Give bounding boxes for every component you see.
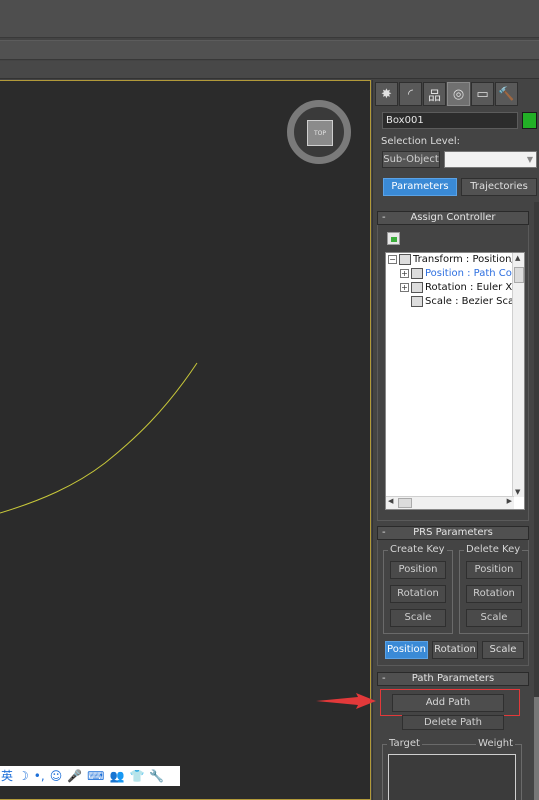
rollout-title: Path Parameters xyxy=(411,673,495,684)
create-key-label: Create Key xyxy=(388,544,447,556)
delete-key-scale-button[interactable]: Scale xyxy=(466,609,522,627)
tree-item-position[interactable]: + Position : Path Co xyxy=(400,267,512,281)
controller-tree[interactable]: − Transform : Position/ + Position : Path … xyxy=(385,252,525,510)
sub-object-dropdown[interactable]: ▼ xyxy=(444,151,537,168)
transform-controller-icon xyxy=(399,253,411,265)
scroll-thumb[interactable] xyxy=(534,697,539,800)
selection-level-label: Selection Level: xyxy=(381,136,461,147)
position-controller-icon xyxy=(411,267,423,279)
expand-icon[interactable]: + xyxy=(400,268,409,278)
path-parameters-rollout-header[interactable]: - Path Parameters xyxy=(377,672,529,686)
target-weight-group: Target Weight xyxy=(382,738,522,800)
wrench-icon[interactable]: 🔧 xyxy=(149,768,164,784)
create-tab-icon[interactable]: ✸ xyxy=(375,82,398,106)
mode-position-button[interactable]: Position xyxy=(385,641,428,659)
expand-icon[interactable]: + xyxy=(400,282,409,292)
microphone-icon[interactable]: 🎤 xyxy=(67,768,82,784)
ime-toolbar: 英 ☽ •, ☺ 🎤 ⌨ 👥 👕 🔧 xyxy=(0,766,180,786)
object-color-swatch[interactable] xyxy=(522,112,537,129)
viewcube[interactable]: TOP xyxy=(287,100,351,164)
utilities-tab-icon[interactable]: 🔨 xyxy=(495,82,518,106)
scroll-thumb[interactable] xyxy=(514,267,524,283)
delete-path-button[interactable]: Delete Path xyxy=(402,715,504,730)
keyboard-icon[interactable]: ⌨ xyxy=(87,768,104,784)
chevron-down-icon: ▼ xyxy=(526,155,533,164)
collapse-icon[interactable]: − xyxy=(388,254,397,264)
trajectories-button[interactable]: Trajectories xyxy=(461,178,537,196)
prs-parameters-rollout-header[interactable]: - PRS Parameters xyxy=(377,526,529,540)
annotation-highlight-box xyxy=(380,689,520,716)
tree-item-rotation[interactable]: + Rotation : Euler X xyxy=(400,281,512,295)
sub-object-button[interactable]: Sub-Object xyxy=(382,151,440,168)
create-key-rotation-button[interactable]: Rotation xyxy=(390,585,446,603)
delete-key-group: Delete Key Position Rotation Scale xyxy=(459,544,529,634)
parameters-button[interactable]: Parameters xyxy=(383,178,457,196)
tree-horizontal-scrollbar[interactable]: ◀ ▶ xyxy=(386,496,514,509)
tree-item-label: Transform : Position/ xyxy=(413,254,515,265)
weight-label: Weight xyxy=(476,738,515,749)
window-title-area xyxy=(0,0,539,38)
main-toolbar xyxy=(0,40,539,60)
assign-controller-icon[interactable] xyxy=(387,232,400,245)
display-tab-icon[interactable]: ▭ xyxy=(471,82,494,106)
tree-item-label: Position : Path Co xyxy=(425,268,512,279)
users-icon[interactable]: 👥 xyxy=(109,768,124,784)
tree-item-transform[interactable]: − Transform : Position/ xyxy=(388,253,515,267)
annotation-arrow-icon xyxy=(316,693,376,709)
scale-controller-icon xyxy=(411,295,423,307)
tree-item-label: Scale : Bezier Sca xyxy=(425,296,515,307)
command-panel-tabs: ✸ ◜ 品 ◎ ▭ 🔨 xyxy=(375,82,518,108)
ime-language-icon[interactable]: 英 xyxy=(1,768,13,784)
secondary-toolbar xyxy=(0,61,539,79)
scroll-up-icon[interactable]: ▲ xyxy=(515,254,520,262)
delete-key-rotation-button[interactable]: Rotation xyxy=(466,585,522,603)
modify-tab-icon[interactable]: ◜ xyxy=(399,82,422,106)
command-panel: ✸ ◜ 品 ◎ ▭ 🔨 Box001 Selection Level: Sub-… xyxy=(372,80,539,800)
tree-item-scale[interactable]: Scale : Bezier Sca xyxy=(411,295,514,309)
scroll-right-icon[interactable]: ▶ xyxy=(507,497,512,505)
target-label: Target xyxy=(387,738,422,749)
target-list[interactable] xyxy=(388,754,516,800)
command-panel-scrollbar[interactable] xyxy=(534,202,539,800)
rotation-controller-icon xyxy=(411,281,423,293)
create-key-group: Create Key Position Rotation Scale xyxy=(383,544,453,634)
object-name-field[interactable]: Box001 xyxy=(382,112,518,129)
scroll-thumb[interactable] xyxy=(398,498,412,508)
moon-icon[interactable]: ☽ xyxy=(18,768,29,784)
tree-vertical-scrollbar[interactable]: ▲ ▼ xyxy=(512,253,524,497)
shirt-icon[interactable]: 👕 xyxy=(129,768,144,784)
create-key-position-button[interactable]: Position xyxy=(390,561,446,579)
punctuation-icon[interactable]: •, xyxy=(34,768,45,784)
scroll-left-icon[interactable]: ◀ xyxy=(388,497,393,505)
emoji-icon[interactable]: ☺ xyxy=(50,768,63,784)
assign-controller-rollout-header[interactable]: - Assign Controller xyxy=(377,211,529,225)
delete-key-label: Delete Key xyxy=(464,544,523,556)
create-key-scale-button[interactable]: Scale xyxy=(390,609,446,627)
tree-item-label: Rotation : Euler X xyxy=(425,282,513,293)
rollout-title: Assign Controller xyxy=(410,212,496,223)
motion-tab-icon[interactable]: ◎ xyxy=(447,82,470,106)
hierarchy-tab-icon[interactable]: 品 xyxy=(423,82,446,106)
viewcube-top-face[interactable]: TOP xyxy=(307,120,333,146)
mode-rotation-button[interactable]: Rotation xyxy=(432,641,478,659)
rollout-title: PRS Parameters xyxy=(413,527,493,538)
mode-scale-button[interactable]: Scale xyxy=(482,641,524,659)
scroll-down-icon[interactable]: ▼ xyxy=(515,488,520,496)
delete-key-position-button[interactable]: Position xyxy=(466,561,522,579)
